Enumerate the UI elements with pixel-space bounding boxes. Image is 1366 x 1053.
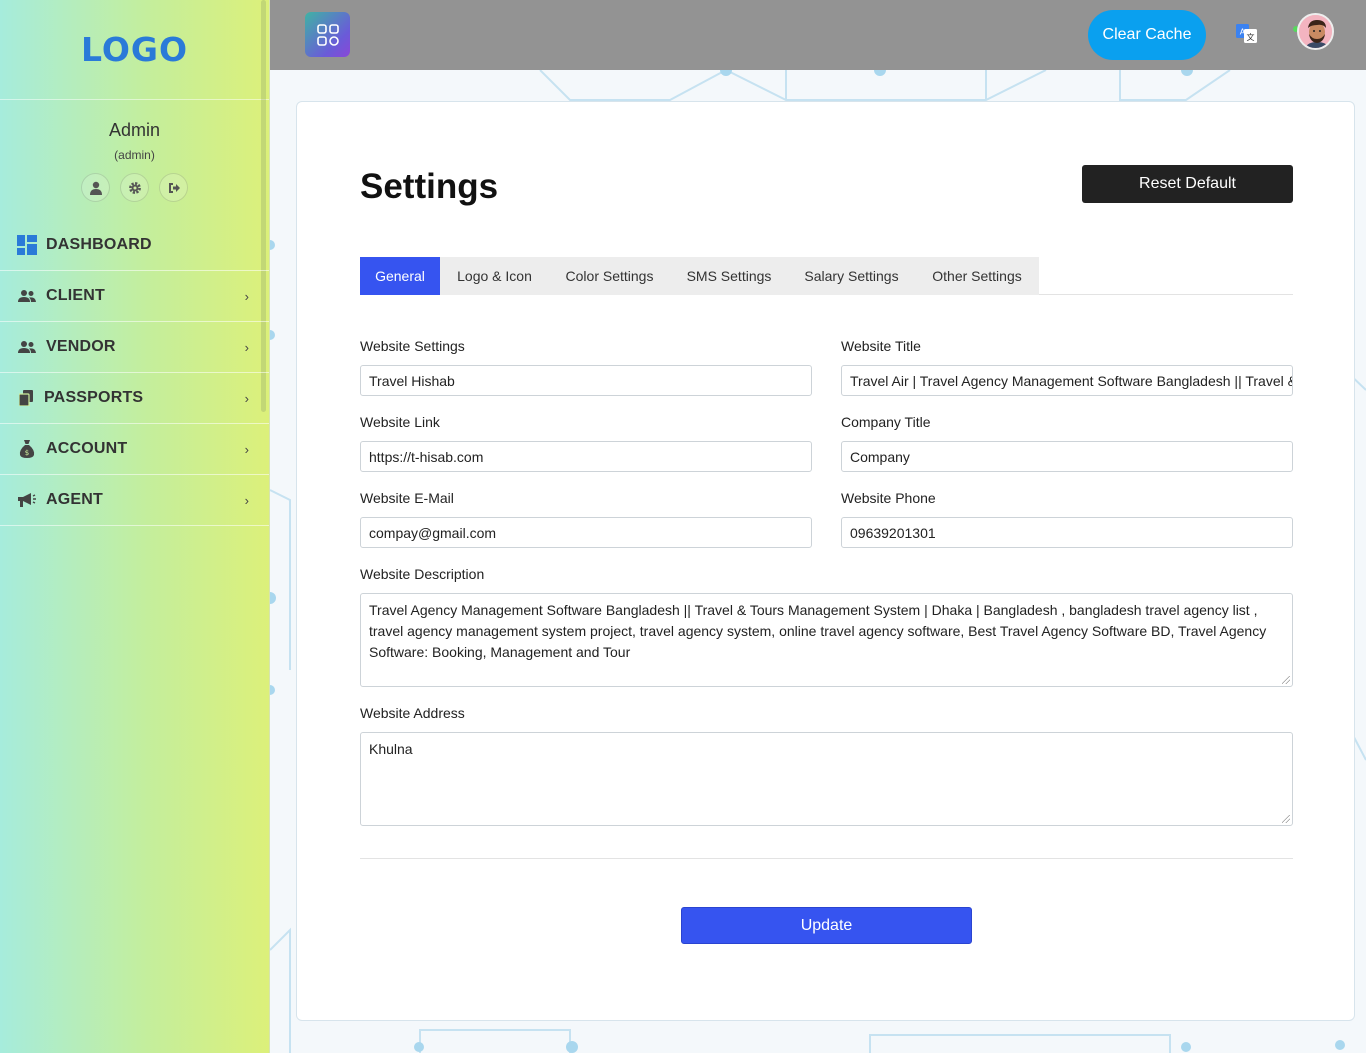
website-title-input[interactable]: Travel Air | Travel Agency Management So… [841, 365, 1293, 396]
user-role: (admin) [114, 148, 155, 162]
user-name: Admin [108, 120, 161, 140]
website-email-label: Website E-Mail [360, 490, 454, 506]
website-link-label: Website Link [360, 414, 440, 430]
sidebar-item-label: PASSPORTS [44, 389, 144, 406]
user-profile: Admin (admin) [0, 100, 269, 220]
users-icon [16, 340, 38, 354]
sidebar-item-label: ACCOUNT [46, 440, 128, 457]
website-title-label: Website Title [841, 338, 921, 354]
dashboard-icon [16, 235, 38, 255]
svg-text:$: $ [25, 449, 29, 457]
megaphone-icon [16, 492, 38, 508]
sidebar-item-dashboard[interactable]: DASHBOARD [0, 220, 269, 271]
clear-cache-button[interactable]: Clear Cache [1088, 10, 1206, 60]
logo[interactable]: LOGO [0, 0, 269, 100]
chevron-right-icon: › [244, 493, 249, 508]
avatar[interactable] [1297, 13, 1334, 50]
chevron-right-icon: › [244, 340, 249, 355]
settings-tabs: General Logo & Icon Color Settings SMS S… [360, 257, 1293, 295]
website-phone-input[interactable]: 09639201301 [841, 517, 1293, 548]
sidebar-item-label: DASHBOARD [46, 236, 152, 253]
tab-logo-icon[interactable]: Logo & Icon [440, 257, 549, 295]
sidebar-item-agent[interactable]: AGENT › [0, 475, 269, 526]
profile-gear-icon[interactable] [120, 173, 149, 202]
website-address-label: Website Address [360, 705, 465, 721]
company-title-label: Company Title [841, 414, 931, 430]
update-button[interactable]: Update [681, 907, 972, 944]
website-description-textarea[interactable]: Travel Agency Management Software Bangla… [360, 593, 1293, 687]
profile-sign-out-icon[interactable] [159, 173, 188, 202]
resize-handle[interactable] [1282, 815, 1290, 823]
sidebar-item-client[interactable]: CLIENT › [0, 271, 269, 322]
website-address-textarea[interactable]: Khulna [360, 732, 1293, 826]
reset-default-button[interactable]: Reset Default [1082, 165, 1293, 203]
resize-handle[interactable] [1282, 676, 1290, 684]
chevron-right-icon: › [244, 442, 249, 457]
tab-other-settings[interactable]: Other Settings [915, 257, 1039, 295]
website-settings-input[interactable]: Travel Hishab [360, 365, 812, 396]
apps-grid-button[interactable] [305, 12, 350, 57]
website-link-input[interactable]: https://t-hisab.com [360, 441, 812, 472]
svg-text:文: 文 [1247, 32, 1255, 42]
page-title: Settings [360, 167, 499, 206]
copy-icon [16, 390, 36, 406]
tab-sms-settings[interactable]: SMS Settings [670, 257, 788, 295]
topbar: Clear Cache A文 [270, 0, 1366, 70]
chevron-right-icon: › [244, 391, 249, 406]
tab-general[interactable]: General [360, 257, 440, 295]
company-title-input[interactable]: Company [841, 441, 1293, 472]
website-phone-label: Website Phone [841, 490, 936, 506]
sidebar-item-label: CLIENT [46, 287, 105, 304]
users-icon [16, 289, 38, 303]
website-description-label: Website Description [360, 566, 485, 582]
tab-salary-settings[interactable]: Salary Settings [788, 257, 915, 295]
tab-color-settings[interactable]: Color Settings [549, 257, 670, 295]
website-settings-label: Website Settings [360, 338, 465, 354]
sidebar-item-account[interactable]: $ ACCOUNT › [0, 424, 269, 475]
website-email-input[interactable]: compay@gmail.com [360, 517, 812, 548]
sidebar-item-label: VENDOR [46, 338, 116, 355]
website-description-text: Travel Agency Management Software Bangla… [369, 602, 1267, 660]
sidebar-item-passports[interactable]: PASSPORTS › [0, 373, 269, 424]
divider [360, 858, 1293, 859]
grid-icon [316, 23, 339, 46]
sidebar: LOGO Admin (admin) DASHBOARD CLIENT › VE… [0, 0, 270, 1053]
money-bag-icon: $ [16, 440, 38, 458]
svg-text:A: A [1240, 28, 1246, 37]
logo-text: LOGO [80, 30, 189, 69]
website-address-text: Khulna [369, 741, 413, 757]
sidebar-item-label: AGENT [46, 491, 103, 508]
chevron-right-icon: › [244, 289, 249, 304]
profile-user-icon[interactable] [81, 173, 110, 202]
translate-icon[interactable]: A文 [1236, 24, 1258, 44]
sidebar-nav: DASHBOARD CLIENT › VENDOR › PASSPORTS › [0, 220, 269, 526]
settings-card: Settings Reset Default General Logo & Ic… [296, 101, 1355, 1021]
sidebar-item-vendor[interactable]: VENDOR › [0, 322, 269, 373]
